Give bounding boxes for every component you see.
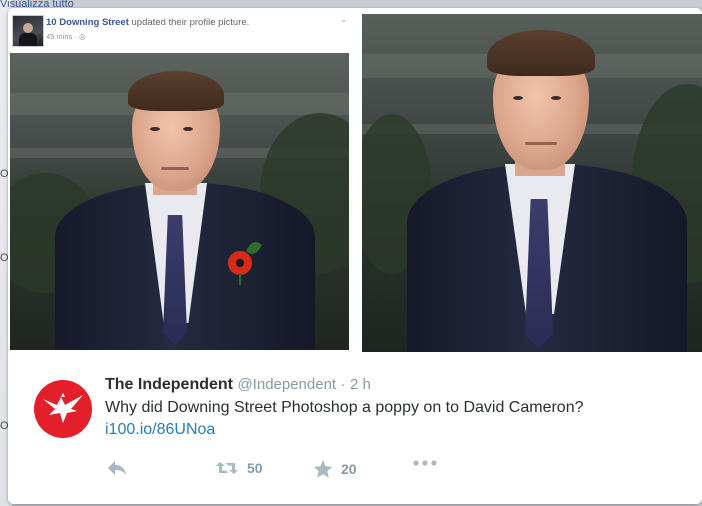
page-name: 10 Downing Street: [46, 17, 129, 28]
reply-button[interactable]: [107, 460, 127, 476]
post-action-text: updated their profile picture.: [131, 17, 250, 28]
retweet-icon: [216, 462, 238, 474]
header-separator: ·: [340, 376, 346, 393]
star-icon: [313, 460, 333, 478]
profile-photo-with-poppy: [10, 53, 349, 350]
facebook-screenshot[interactable]: 10 Downing Street updated their profile …: [8, 8, 358, 352]
retweet-count: 50: [247, 460, 263, 476]
post-time: 45 mins · ◎: [46, 32, 86, 41]
tweet-time[interactable]: 2 h: [350, 376, 371, 393]
more-dots-icon: [413, 460, 437, 466]
more-button[interactable]: [413, 460, 437, 466]
facebook-post-header: 10 Downing Street updated their profile …: [46, 17, 249, 28]
tweet: The Independent @Independent · 2 h Why d…: [8, 358, 702, 504]
tweet-card: 10 Downing Street updated their profile …: [8, 8, 702, 504]
tweet-header: The Independent @Independent · 2 h: [105, 376, 371, 394]
eagle-icon: [43, 393, 83, 423]
the-independent-eagle-logo[interactable]: [34, 380, 92, 438]
page-avatar: [12, 15, 44, 47]
reply-icon: [108, 461, 126, 475]
account-handle[interactable]: @Independent: [237, 376, 336, 393]
original-photo[interactable]: [362, 14, 702, 352]
retweet-button[interactable]: 50: [215, 460, 263, 476]
tweet-link[interactable]: i100.io/86UNoa: [105, 421, 215, 439]
tweet-actions: 50 20: [105, 460, 525, 480]
favorite-count: 20: [341, 461, 357, 477]
account-name[interactable]: The Independent: [105, 376, 233, 393]
globe-icon: ◎: [78, 32, 86, 41]
poppy: [228, 251, 252, 275]
chevron-down-icon: ⌄: [340, 14, 348, 24]
favorite-button[interactable]: 20: [313, 460, 357, 478]
tweet-text: Why did Downing Street Photoshop a poppy…: [105, 399, 584, 416]
